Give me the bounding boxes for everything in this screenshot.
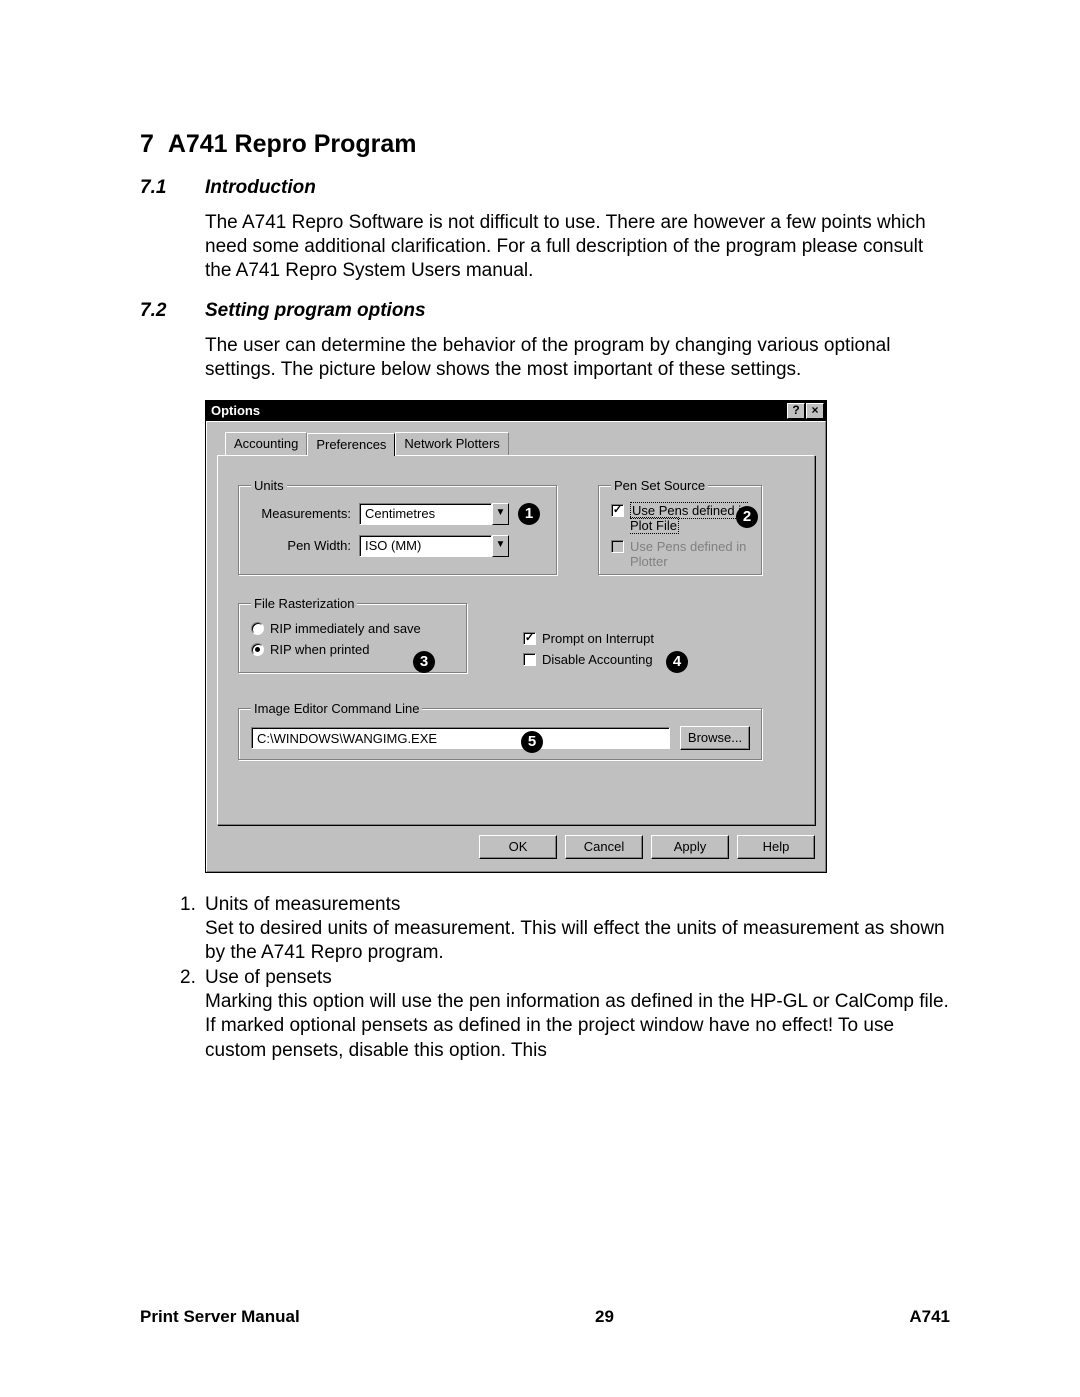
tab-accounting[interactable]: Accounting (225, 432, 307, 455)
rip-immediate-label: RIP immediately and save (270, 621, 421, 636)
dropdown-icon[interactable]: ▼ (492, 503, 509, 525)
section-title: Setting program options (205, 300, 426, 322)
help-button[interactable]: Help (737, 835, 815, 859)
units-group: Units Measurements: Centimetres ▼ Pen Wi… (238, 478, 558, 576)
dialog-title: Options (208, 403, 786, 418)
footer-right: A741 (909, 1307, 950, 1327)
section-number: 7.2 (140, 300, 205, 322)
use-pens-plotfile-checkbox[interactable]: ✓ (611, 504, 624, 517)
callout-4: 4 (666, 651, 688, 673)
units-legend: Units (251, 478, 287, 493)
use-pens-plotfile-label: Use Pens defined in Plot File (630, 503, 750, 533)
chapter-heading: 7 A741 Repro Program (140, 130, 950, 159)
list-number: 2. (180, 966, 205, 1063)
list-text: Marking this option will use the pen inf… (205, 990, 950, 1063)
rasterization-legend: File Rasterization (251, 596, 357, 611)
rip-when-printed-radio[interactable] (251, 643, 264, 656)
close-button[interactable]: × (806, 403, 824, 419)
callout-1: 1 (518, 503, 540, 525)
editor-legend: Image Editor Command Line (251, 701, 422, 716)
cancel-button[interactable]: Cancel (565, 835, 643, 859)
list-text: Set to desired units of measurement. Thi… (205, 917, 950, 966)
disable-accounting-label: Disable Accounting (542, 652, 653, 667)
editor-path-input[interactable]: C:\WINDOWS\WANGIMG.EXE (251, 727, 670, 749)
list-item-2: 2. Use of pensets Marking this option wi… (180, 966, 950, 1063)
callout-3: 3 (413, 651, 435, 673)
section-body: The user can determine the behavior of t… (205, 334, 950, 382)
measurements-label: Measurements: (251, 506, 351, 521)
tab-preferences[interactable]: Preferences (307, 433, 395, 456)
penwidth-combo[interactable]: ISO (MM) ▼ (359, 535, 509, 557)
prompt-interrupt-checkbox[interactable]: ✓ (523, 632, 536, 645)
penwidth-label: Pen Width: (251, 538, 351, 553)
list-item-1: 1. Units of measurements Set to desired … (180, 893, 950, 966)
section-7-2: 7.2 Setting program options (140, 300, 950, 322)
dialog-button-row: OK Cancel Apply Help (217, 835, 815, 859)
section-7-1: 7.1 Introduction (140, 177, 950, 199)
list-number: 1. (180, 893, 205, 966)
list-title: Use of pensets (205, 966, 950, 990)
editor-group: Image Editor Command Line C:\WINDOWS\WAN… (238, 701, 763, 761)
titlebar: Options ? × (206, 401, 826, 421)
measurements-combo[interactable]: Centimetres ▼ (359, 503, 509, 525)
preferences-panel: Units Measurements: Centimetres ▼ Pen Wi… (217, 455, 815, 825)
rip-when-printed-label: RIP when printed (270, 642, 370, 657)
callout-5: 5 (521, 731, 543, 753)
pensource-group: Pen Set Source ✓ Use Pens defined in Plo… (598, 478, 763, 576)
ok-button[interactable]: OK (479, 835, 557, 859)
tab-bar: Accounting Preferences Network Plotters (225, 432, 815, 455)
measurements-value: Centimetres (359, 503, 492, 525)
section-title: Introduction (205, 177, 316, 199)
section-number: 7.1 (140, 177, 205, 199)
section-body: The A741 Repro Software is not difficult… (205, 211, 950, 282)
disable-accounting-checkbox[interactable] (523, 653, 536, 666)
callout-2: 2 (736, 506, 758, 528)
page-footer: Print Server Manual 29 A741 (140, 1307, 950, 1327)
help-button[interactable]: ? (787, 403, 805, 419)
footer-page: 29 (595, 1307, 614, 1327)
rip-immediate-radio[interactable] (251, 622, 264, 635)
penwidth-value: ISO (MM) (359, 535, 492, 557)
tab-network-plotters[interactable]: Network Plotters (395, 432, 508, 455)
prompt-interrupt-label: Prompt on Interrupt (542, 631, 654, 646)
pensource-legend: Pen Set Source (611, 478, 708, 493)
dropdown-icon[interactable]: ▼ (492, 535, 509, 557)
use-pens-plotter-checkbox (611, 540, 624, 553)
list-title: Units of measurements (205, 893, 950, 917)
options-dialog-figure: Options ? × Accounting Preferences Netwo… (205, 400, 950, 873)
browse-button[interactable]: Browse... (680, 726, 750, 750)
apply-button[interactable]: Apply (651, 835, 729, 859)
footer-left: Print Server Manual (140, 1307, 300, 1327)
use-pens-plotter-label: Use Pens defined in Plotter (630, 539, 750, 569)
